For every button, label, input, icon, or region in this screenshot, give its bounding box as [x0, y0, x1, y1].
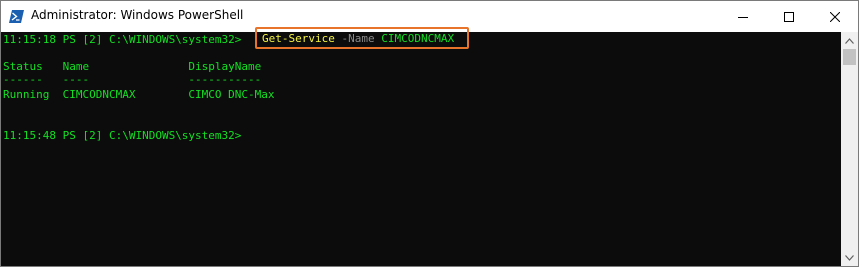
prompt-line-1: 11:15:18 PS [2] C:\WINDOWS\system32>	[3, 33, 241, 47]
parameter-name: -Name	[341, 32, 375, 45]
output-row: Running CIMCODNCMAX CIMCO DNC-Max	[3, 88, 275, 101]
scroll-up-button[interactable]	[841, 32, 858, 49]
prompt-text: 11:15:18 PS [2] C:\WINDOWS\system32>	[3, 33, 242, 46]
console-output[interactable]: 11:15:18 PS [2] C:\WINDOWS\system32> Get…	[1, 27, 841, 266]
scroll-down-button[interactable]	[841, 249, 858, 266]
output-separator: ------ ---- -----------	[3, 73, 262, 86]
parameter-value: CIMCODNCMAX	[381, 32, 455, 45]
scroll-thumb[interactable]	[843, 49, 856, 65]
cmdlet-name: Get-Service	[262, 32, 335, 45]
powershell-window: Administrator: Windows PowerShell 11:15:…	[0, 0, 859, 267]
command-highlight-box: Get-Service -Name CIMCODNCMAX	[255, 27, 469, 49]
chevron-down-icon	[845, 254, 854, 261]
prompt-line-2: 11:15:48 PS [2] C:\WINDOWS\system32>	[3, 129, 242, 142]
window-title: Administrator: Windows PowerShell	[31, 8, 244, 22]
minimize-button[interactable]	[720, 1, 766, 32]
command-text: Get-Service -Name CIMCODNCMAX	[262, 32, 454, 46]
output-header: Status Name DisplayName	[3, 60, 262, 73]
powershell-icon	[9, 10, 24, 23]
maximize-button[interactable]	[766, 1, 812, 32]
chevron-up-icon	[845, 37, 854, 44]
close-button[interactable]	[812, 1, 858, 32]
vertical-scrollbar[interactable]	[841, 32, 858, 266]
maximize-icon	[784, 11, 794, 22]
close-icon	[830, 11, 840, 22]
minimize-icon	[738, 16, 748, 18]
